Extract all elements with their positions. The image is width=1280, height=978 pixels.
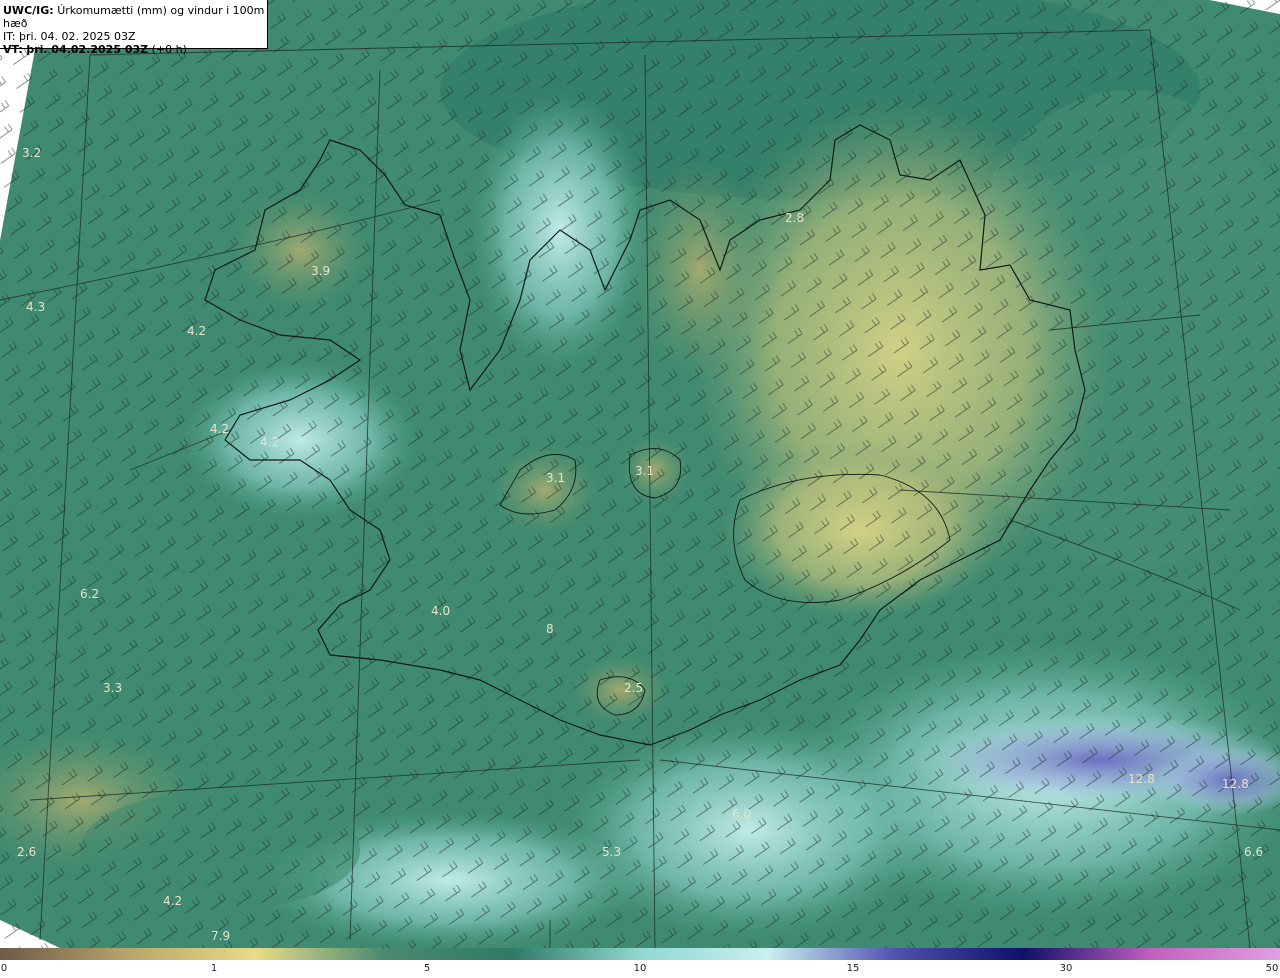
valid-time-value: þri. 04.02.2025 03Z <box>26 43 149 56</box>
precipitation-map: 3.2 4.3 3.9 4.2 4.2 4.2 3.1 3.1 2.8 4.0 … <box>0 0 1280 948</box>
value-label: 8 <box>546 622 554 636</box>
value-label: 12.8 <box>1222 777 1249 791</box>
value-label: 4.2 <box>260 435 279 449</box>
value-label: 6.0 <box>732 807 751 821</box>
value-label: 3.1 <box>546 471 565 485</box>
value-label: 3.1 <box>635 464 654 478</box>
colorbar-tick-label: 30 <box>1059 963 1073 974</box>
colorbar-labels: 0 1 5 10 15 30 50 <box>0 962 1280 978</box>
product-name: UWC/IG: <box>3 4 54 17</box>
map-info-box: UWC/IG: Úrkomumætti (mm) og vindur i 100… <box>0 0 268 56</box>
colorbar <box>0 948 1280 960</box>
value-label: 12.8 <box>1128 772 1155 786</box>
value-label: 4.2 <box>210 422 229 436</box>
value-label: 4.2 <box>187 324 206 338</box>
value-label: 4.3 <box>26 300 45 314</box>
valid-time-offset: (+0 h) <box>151 43 187 56</box>
value-label: 2.6 <box>17 845 36 859</box>
init-time-line: IT: þri. 04. 02. 2025 03Z <box>3 30 267 43</box>
value-label: 6.6 <box>1244 845 1263 859</box>
value-label: 5.3 <box>602 845 621 859</box>
value-label: 3.2 <box>22 146 41 160</box>
value-label: 4.0 <box>431 604 450 618</box>
colorbar-tick-label: 0 <box>0 963 8 974</box>
valid-time-line: VT: þri. 04.02.2025 03Z (+0 h) <box>3 43 267 56</box>
init-time-label: IT: <box>3 30 16 43</box>
value-label: 4.2 <box>163 894 182 908</box>
value-label: 2.5 <box>624 681 643 695</box>
colorbar-tick-label: 15 <box>846 963 860 974</box>
colorbar-tick-label: 1 <box>210 963 218 974</box>
valid-time-label: VT: <box>3 43 23 56</box>
value-label: 2.8 <box>785 211 804 225</box>
title-line: UWC/IG: Úrkomumætti (mm) og vindur i 100… <box>3 4 267 30</box>
value-label: 3.9 <box>311 264 330 278</box>
value-label: 6.2 <box>80 587 99 601</box>
colorbar-tick-label: 5 <box>423 963 431 974</box>
init-time-value: þri. 04. 02. 2025 03Z <box>18 30 136 43</box>
value-label: 7.9 <box>211 929 230 943</box>
colorbar-tick-label: 50 <box>1265 963 1279 974</box>
colorbar-tick-label: 10 <box>633 963 647 974</box>
value-label: 3.3 <box>103 681 122 695</box>
